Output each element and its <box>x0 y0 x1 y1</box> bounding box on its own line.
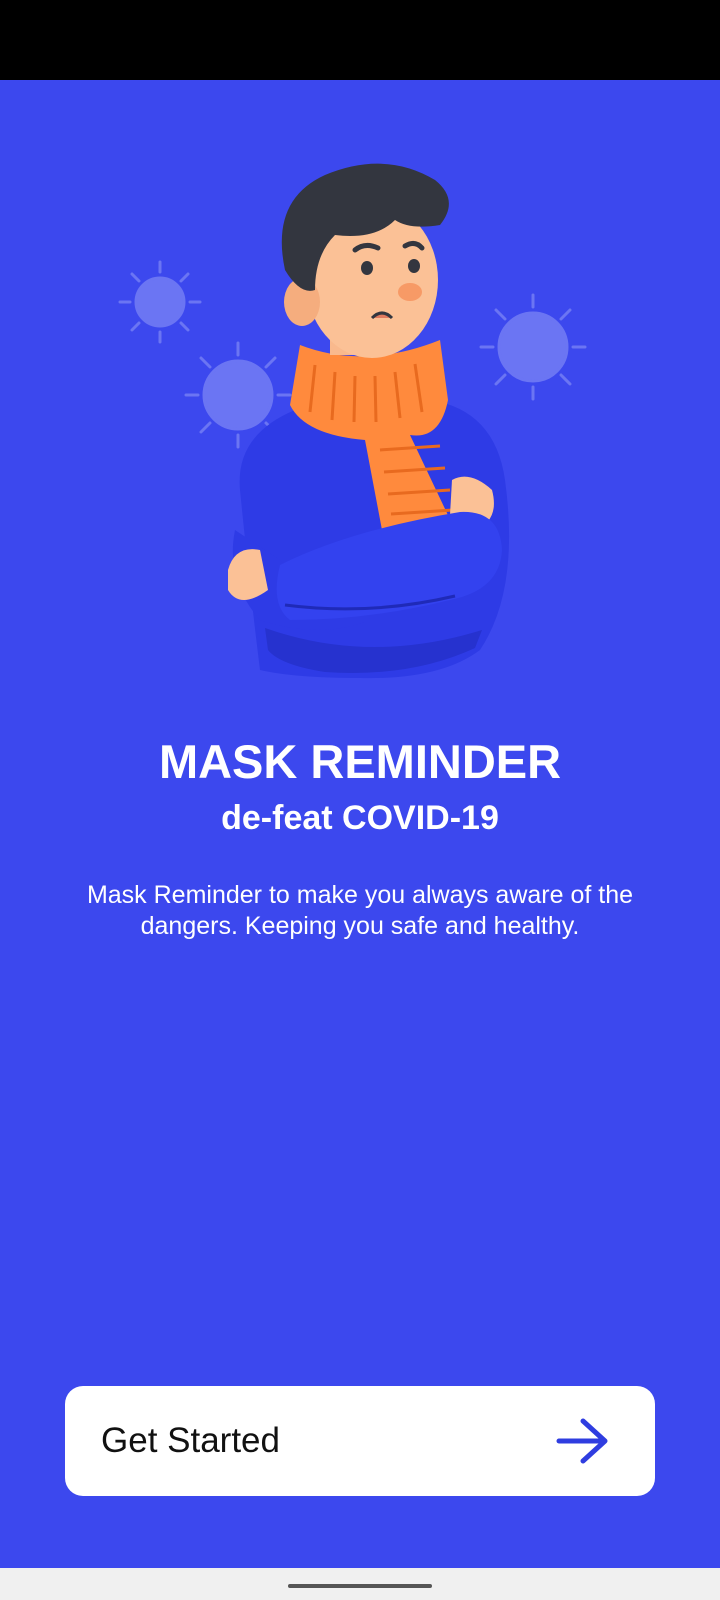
get-started-button[interactable]: Get Started <box>65 1386 655 1496</box>
get-started-label: Get Started <box>101 1421 280 1460</box>
status-bar <box>0 0 720 80</box>
navigation-bar <box>0 1568 720 1600</box>
sick-person-illustration <box>118 163 587 679</box>
app-subtitle: de-feat COVID-19 <box>221 799 499 837</box>
virus-icon <box>479 293 587 401</box>
virus-icon <box>118 260 202 344</box>
app-title: MASK REMINDER <box>158 735 562 788</box>
app-description: Mask Reminder to make you always aware o… <box>86 881 634 940</box>
arrow-right-icon <box>556 1418 608 1464</box>
home-indicator[interactable] <box>288 1584 432 1588</box>
